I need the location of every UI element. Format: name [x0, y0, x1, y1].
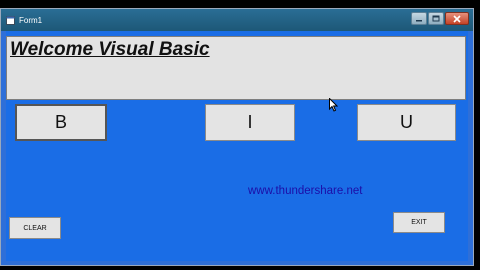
- form-icon: [5, 15, 15, 25]
- italic-button[interactable]: I: [205, 104, 295, 141]
- bold-button[interactable]: B: [15, 104, 107, 141]
- close-icon: [453, 14, 461, 23]
- form-window: Form1 Welcome Visual Basic B I U www.thu…: [0, 8, 474, 266]
- watermark-text: www.thundershare.net: [248, 185, 363, 197]
- window-controls: [410, 12, 469, 25]
- underline-button[interactable]: U: [357, 104, 456, 141]
- text-box-value: Welcome Visual Basic: [10, 39, 210, 60]
- bottom-edge: [0, 266, 480, 270]
- minimize-icon: [416, 19, 422, 21]
- window-title: Form1: [19, 15, 43, 25]
- mouse-pointer-icon: [329, 97, 339, 117]
- form-client-area: Welcome Visual Basic B I U www.thundersh…: [6, 31, 468, 261]
- minimize-button[interactable]: [411, 12, 427, 25]
- close-button[interactable]: [445, 12, 469, 25]
- maximize-icon: [432, 15, 440, 22]
- maximize-button[interactable]: [428, 12, 444, 25]
- clear-button[interactable]: CLEAR: [9, 217, 61, 239]
- exit-button[interactable]: EXIT: [393, 212, 445, 233]
- text-box[interactable]: Welcome Visual Basic: [6, 36, 466, 100]
- title-bar[interactable]: Form1: [1, 9, 473, 31]
